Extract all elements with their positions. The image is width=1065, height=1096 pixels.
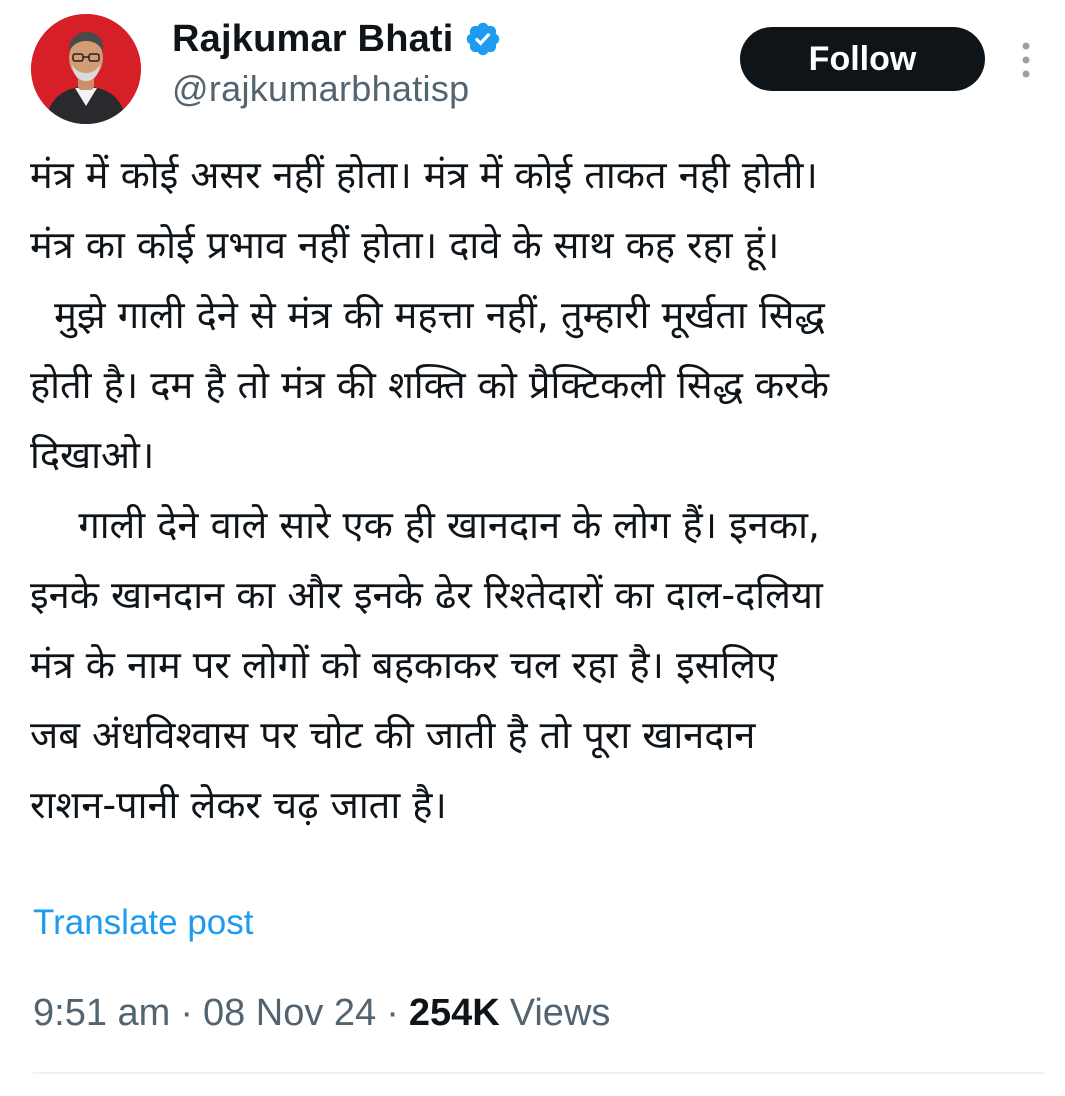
post-body: मंत्र में कोई असर नहीं होता। मंत्र में क… bbox=[30, 140, 1050, 840]
post-line: राशन-पानी लेकर चढ़ जाता है। bbox=[30, 783, 447, 827]
post-header: Rajkumar Bhati @rajkumarbhatisp Follow bbox=[0, 0, 1065, 130]
divider bbox=[33, 1072, 1045, 1074]
post-line: होती है। दम है तो मंत्र की शक्ति को प्रै… bbox=[30, 363, 829, 407]
profile-photo-icon bbox=[31, 14, 141, 124]
post-line: जब अंधविश्वास पर चोट की जाती है तो पूरा … bbox=[30, 713, 756, 757]
more-vertical-icon[interactable] bbox=[1015, 40, 1037, 80]
meta-separator: · bbox=[180, 992, 193, 1034]
post-date[interactable]: 08 Nov 24 bbox=[203, 992, 376, 1035]
post-line: गाली देने वाले सारे एक ही खानदान के लोग … bbox=[30, 503, 820, 547]
views-label[interactable]: Views bbox=[510, 992, 611, 1035]
author-handle[interactable]: @rajkumarbhatisp bbox=[172, 68, 502, 110]
post-meta: 9:51 am · 08 Nov 24 · 254K Views bbox=[33, 992, 610, 1035]
post-line: दिखाओ। bbox=[30, 433, 155, 477]
author-info: Rajkumar Bhati @rajkumarbhatisp bbox=[172, 14, 502, 110]
post-time[interactable]: 9:51 am bbox=[33, 992, 170, 1035]
verified-badge-icon[interactable] bbox=[464, 20, 502, 58]
meta-separator: · bbox=[386, 992, 399, 1034]
post-line: मुझे गाली देने से मंत्र की महत्ता नहीं, … bbox=[30, 293, 825, 337]
avatar[interactable] bbox=[31, 14, 141, 124]
display-name[interactable]: Rajkumar Bhati bbox=[172, 18, 454, 61]
post-line: मंत्र में कोई असर नहीं होता। मंत्र में क… bbox=[30, 153, 818, 197]
name-row: Rajkumar Bhati bbox=[172, 14, 502, 64]
translate-post-link[interactable]: Translate post bbox=[33, 903, 253, 943]
post-line: मंत्र का कोई प्रभाव नहीं होता। दावे के स… bbox=[30, 223, 780, 267]
post-line: मंत्र के नाम पर लोगों को बहकाकर चल रहा ह… bbox=[30, 643, 777, 687]
follow-button[interactable]: Follow bbox=[740, 27, 985, 91]
post-line: इनके खानदान का और इनके ढेर रिश्तेदारों क… bbox=[30, 573, 823, 617]
views-count[interactable]: 254K bbox=[409, 992, 500, 1035]
